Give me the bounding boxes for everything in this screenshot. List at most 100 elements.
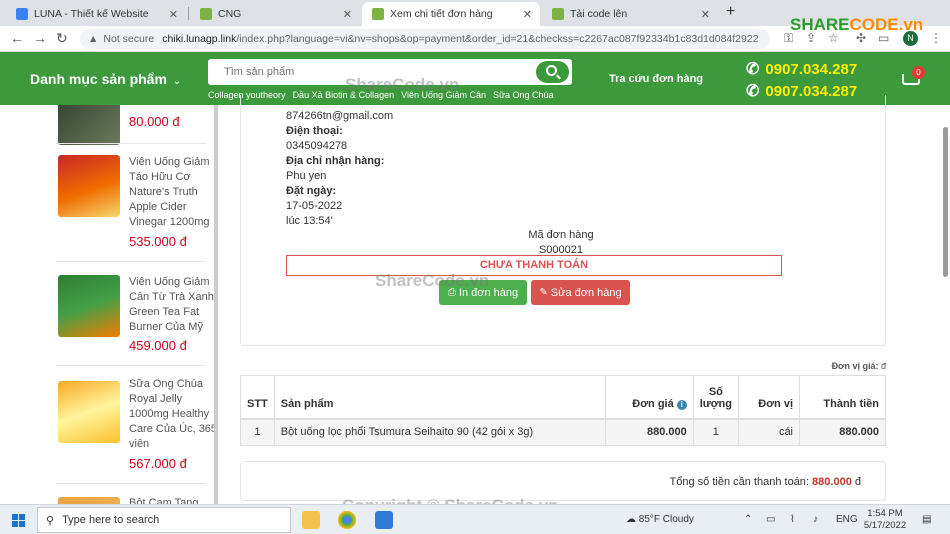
grand-total-currency: đ — [854, 476, 861, 488]
language-indicator[interactable]: ENG — [836, 514, 858, 525]
cart-button[interactable]: 0 — [900, 66, 925, 88]
product-name[interactable]: Bột Cam Tang — [129, 496, 218, 504]
product-name[interactable]: Sữa Ong Chúa Royal Jelly 1000mg Healthy … — [129, 377, 218, 452]
divider — [56, 483, 206, 484]
leaf-favicon-icon — [200, 8, 212, 20]
cell-total: 880.000 — [799, 418, 886, 446]
chevron-down-icon: ⌄ — [172, 76, 182, 87]
column-header-total: Thành tiền — [799, 375, 886, 420]
divider — [56, 261, 206, 262]
edit-order-button[interactable]: ✎ Sửa đơn hàng — [531, 280, 630, 305]
tab-cng[interactable]: CNG ✕ — [190, 2, 360, 26]
cloud-icon: ☁ — [626, 514, 636, 525]
windows-taskbar: ⚲ Type here to search ☁ 85°F Cloudy ⌃ ▭ … — [0, 504, 950, 534]
sharecode-logo: SHARE CODE.vn — [790, 12, 923, 38]
column-header-stt: STT — [240, 375, 275, 420]
order-date-label: Đặt ngày: — [286, 185, 337, 197]
tab-order-detail[interactable]: Xem chi tiết đơn hàng ✕ — [362, 2, 540, 26]
hotline-1[interactable]: ✆ 0907.034.287 — [746, 59, 857, 79]
network-icon[interactable]: ⌇ — [790, 514, 795, 525]
table-header-row: STT Sản phẩm Đơn giá i Số lượng Đơn vị Thà… — [240, 375, 886, 420]
warning-icon: ▲ — [88, 33, 99, 45]
leaf-favicon-icon — [372, 8, 384, 20]
cell-price: 880.000 — [604, 418, 694, 446]
close-tab-icon[interactable]: ✕ — [169, 8, 178, 21]
customer-address: Phu yen — [286, 170, 327, 182]
cell-unit: cái — [738, 418, 800, 446]
leaf-favicon-icon — [552, 8, 564, 20]
url-field[interactable]: ▲ Not secure chiki.lunagp.link/index.php… — [80, 29, 770, 49]
table-row: 1 Bột uống lọc phổi Tsumura Seihaito 90 … — [240, 418, 886, 446]
taskbar-search-placeholder: Type here to search — [62, 514, 160, 526]
weather-widget[interactable]: ☁ 85°F Cloudy — [626, 514, 694, 525]
cell-stt: 1 — [240, 418, 275, 446]
close-tab-icon[interactable]: ✕ — [701, 8, 710, 21]
quantity-header-line1: Số — [708, 385, 723, 398]
divider — [56, 143, 206, 144]
back-arrow-icon[interactable]: ← — [10, 30, 24, 46]
grand-total-line: Tổng số tiền cần thanh toán: 880.000 đ — [670, 476, 861, 488]
tab-luna[interactable]: LUNA - Thiết kế Website ✕ — [6, 2, 186, 26]
customer-info-panel: 874266tn@gmail.com Điện thoại: 034509427… — [240, 95, 886, 346]
watermark-text: ShareCode.vn — [375, 271, 490, 290]
product-thumbnail[interactable] — [58, 155, 120, 217]
logo-text-code: CODE.vn — [849, 15, 924, 34]
order-code-label: Mã đơn hàng — [528, 229, 594, 241]
address-label: Địa chỉ nhận hàng: — [286, 155, 385, 167]
tab-title: Xem chi tiết đơn hàng — [390, 8, 493, 20]
show-hidden-icons[interactable]: ⌃ — [744, 514, 752, 525]
product-thumbnail[interactable] — [58, 381, 120, 443]
product-thumbnail[interactable] — [58, 105, 120, 145]
column-header-unit: Đơn vị — [738, 375, 800, 420]
quantity-header-line2: lượng — [699, 397, 732, 410]
url-path: /index.php?language=vi&nv=shops&op=payme… — [236, 33, 759, 45]
new-tab-icon[interactable]: + — [726, 3, 735, 21]
grand-total-panel: Tổng số tiền cần thanh toán: 880.000 đ — [240, 461, 886, 501]
taskbar-search[interactable]: ⚲ Type here to search — [37, 507, 291, 533]
search-icon — [546, 65, 557, 76]
security-label: Not secure — [103, 33, 155, 45]
screen: LUNA - Thiết kế Website ✕ CNG ✕ Xem chi … — [0, 0, 950, 534]
clock-date: 5/17/2022 — [863, 520, 907, 531]
edit-order-label: Sửa đơn hàng — [550, 286, 622, 299]
category-menu[interactable]: Danh mục sản phẩm ⌄ — [30, 71, 181, 87]
cart-count-badge: 0 — [912, 66, 925, 79]
price-unit-value: đ — [880, 361, 886, 371]
product-name[interactable]: Viên Uống Giảm Cân Từ Trà Xanh Green Tea… — [129, 275, 218, 335]
forward-arrow-icon[interactable]: → — [33, 30, 47, 46]
vscode-icon[interactable] — [375, 511, 393, 529]
product-name[interactable]: Viên Uống Giảm Táo Hữu Cơ Nature's Truth… — [129, 155, 218, 230]
url-host: chiki.lunagp.link — [162, 33, 237, 45]
cell-product[interactable]: Bột uống lọc phổi Tsumura Seihaito 90 (4… — [273, 418, 606, 446]
notification-icon[interactable]: ▤ — [922, 514, 931, 525]
windows-start-icon[interactable] — [12, 514, 25, 527]
taskbar-clock[interactable]: 1:54 PM 5/17/2022 — [862, 508, 908, 532]
order-lookup-link[interactable]: Tra cứu đơn hàng — [609, 73, 703, 85]
divider — [56, 365, 206, 366]
grand-total-value: 880.000 — [812, 476, 852, 488]
tab-upload-code[interactable]: Tải code lên ✕ — [542, 2, 718, 26]
battery-icon[interactable]: ▭ — [766, 514, 775, 525]
close-tab-icon[interactable]: ✕ — [523, 8, 532, 21]
page-scrollbar[interactable] — [943, 127, 948, 277]
product-price: 459.000 đ — [129, 338, 187, 353]
customer-phone: 0345094278 — [286, 140, 348, 152]
menu-dots-icon[interactable]: ⋮ — [930, 31, 942, 45]
reload-icon[interactable]: ↻ — [56, 30, 68, 47]
hotline-number: 0907.034.287 — [765, 60, 858, 78]
product-thumbnail[interactable] — [58, 497, 120, 504]
info-icon[interactable]: i — [676, 399, 687, 410]
logo-text-share: SHARE — [790, 15, 850, 34]
weather-text: 85°F Cloudy — [638, 514, 694, 525]
file-explorer-icon[interactable] — [302, 511, 320, 529]
search-button[interactable] — [536, 61, 569, 83]
product-price: 567.000 đ — [129, 456, 187, 471]
column-header-product: Sản phẩm — [273, 375, 606, 420]
volume-icon[interactable]: ♪ — [813, 514, 818, 525]
chrome-icon[interactable] — [338, 511, 356, 529]
product-thumbnail[interactable] — [58, 275, 120, 337]
close-tab-icon[interactable]: ✕ — [343, 8, 352, 21]
tab-title: LUNA - Thiết kế Website — [34, 8, 149, 20]
price-unit-note: Đơn vị giá: đ — [788, 361, 886, 371]
product-price: 535.000 đ — [129, 234, 187, 249]
